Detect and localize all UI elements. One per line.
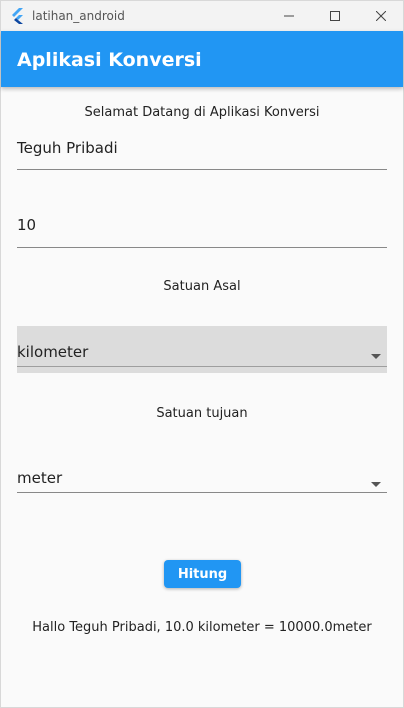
result-text: Hallo Teguh Pribadi, 10.0 kilometer = 10… — [32, 620, 372, 635]
satuan-asal-selected: kilometer — [17, 343, 89, 361]
satuan-asal-dropdown[interactable]: kilometer — [17, 326, 387, 373]
satuan-tujuan-dropdown[interactable]: meter — [17, 463, 387, 493]
name-input[interactable]: Teguh Pribadi — [17, 138, 387, 170]
name-input-value: Teguh Pribadi — [17, 139, 118, 157]
app-title: Aplikasi Konversi — [17, 49, 202, 71]
close-icon — [376, 11, 386, 21]
app-bar: Aplikasi Konversi — [1, 31, 403, 87]
welcome-text: Selamat Datang di Aplikasi Konversi — [84, 105, 320, 120]
minimize-button[interactable] — [266, 1, 312, 31]
minimize-icon — [284, 15, 294, 17]
dropdown-underline — [17, 366, 387, 367]
flutter-logo-icon — [11, 8, 25, 24]
dropdown-arrow-icon — [371, 473, 381, 491]
maximize-button[interactable] — [312, 1, 358, 31]
value-input[interactable]: 10 — [17, 215, 387, 248]
satuan-asal-label: Satuan Asal — [163, 279, 241, 294]
satuan-tujuan-label: Satuan tujuan — [156, 406, 248, 421]
app-window: latihan_android Aplikasi Konversi Selama… — [0, 0, 404, 708]
value-input-value: 10 — [17, 216, 37, 234]
close-button[interactable] — [358, 1, 404, 31]
maximize-icon — [330, 11, 340, 21]
dropdown-arrow-icon — [371, 345, 381, 363]
window-title: latihan_android — [32, 9, 125, 23]
title-bar: latihan_android — [1, 1, 403, 31]
satuan-tujuan-selected: meter — [17, 469, 63, 487]
hitung-button[interactable]: Hitung — [164, 560, 241, 588]
